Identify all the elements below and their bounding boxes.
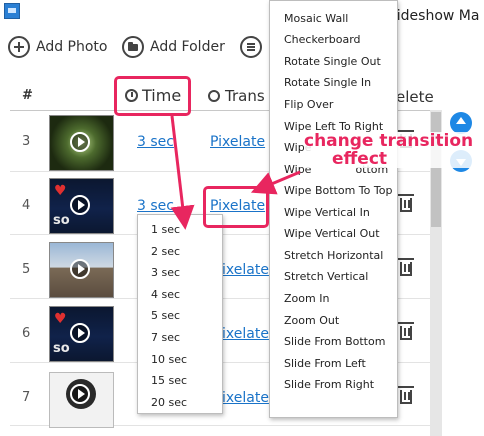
annotation-callout: change transition effect [304,131,474,169]
annotation-line1: change transition [304,131,474,151]
transition-arrow [250,170,301,195]
annotation-arrows [170,115,301,230]
time-arrow [170,115,195,230]
annotation-line2: effect [332,149,388,169]
